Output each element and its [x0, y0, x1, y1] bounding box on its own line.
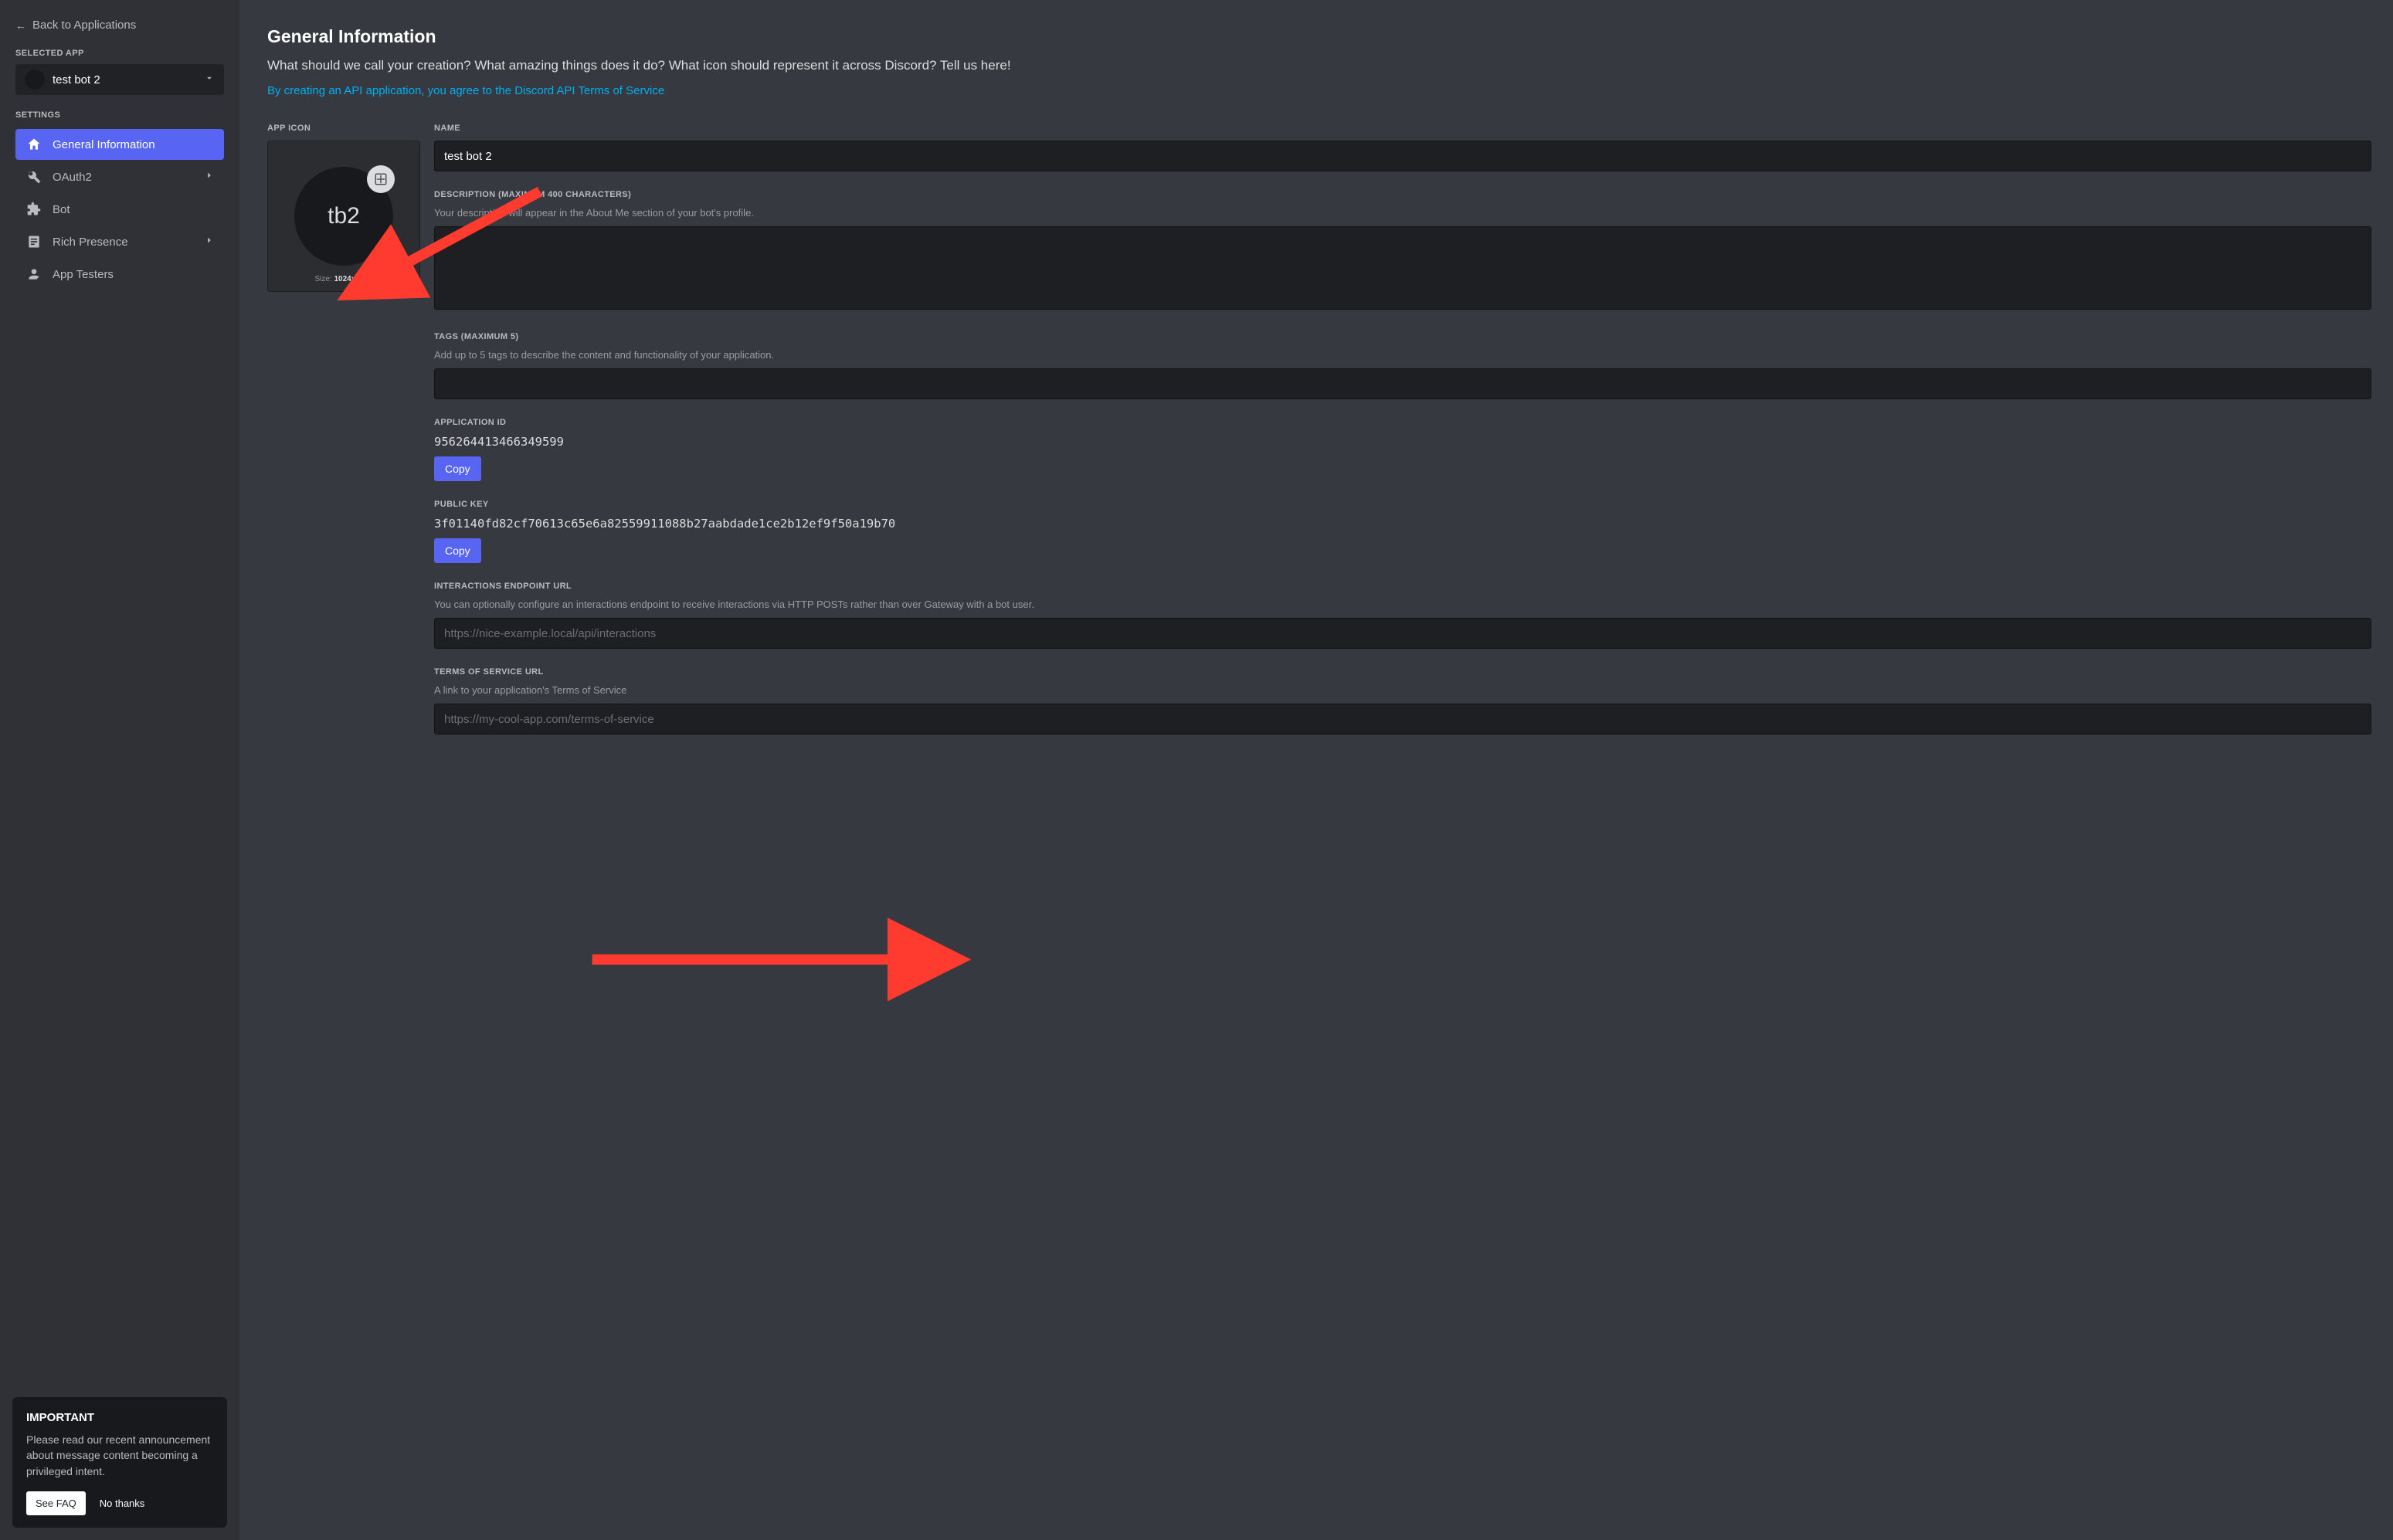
copy-public-key-button[interactable]: Copy [434, 538, 481, 563]
sidebar-item-label: Bot [53, 203, 70, 216]
main-content: General Information What should we call … [239, 0, 2393, 1540]
settings-nav: General Information OAuth2 Bot Rich Pres… [8, 124, 232, 294]
tos-url-label: TERMS OF SERVICE URL [434, 667, 2371, 677]
application-id-value: 956264413466349599 [434, 435, 2371, 449]
description-label: DESCRIPTION (MAXIMUM 400 CHARACTERS) [434, 190, 2371, 199]
sidebar-item-app-testers[interactable]: App Testers [15, 259, 224, 290]
sidebar-item-label: App Testers [53, 268, 114, 281]
puzzle-icon [26, 202, 42, 217]
sidebar-item-label: OAuth2 [53, 171, 92, 184]
sidebar: ← Back to Applications SELECTED APP test… [0, 0, 239, 1540]
important-actions: See FAQ No thanks [26, 1491, 213, 1515]
chevron-down-icon [204, 73, 215, 87]
tos-url-help: A link to your application's Terms of Se… [434, 684, 2371, 696]
sidebar-item-bot[interactable]: Bot [15, 194, 224, 225]
chevron-right-icon [204, 170, 215, 184]
sidebar-item-label: General Information [53, 138, 155, 151]
selected-app-heading: SELECTED APP [8, 42, 232, 63]
arrow-left-icon: ← [15, 19, 26, 32]
chevron-right-icon [204, 235, 215, 249]
tos-url-input[interactable] [434, 704, 2371, 734]
tags-label: TAGS (MAXIMUM 5) [434, 332, 2371, 341]
page-title: General Information [267, 26, 2371, 47]
back-label: Back to Applications [32, 19, 136, 32]
icon-and-name-row: APP ICON tb2 Size: 1024x1024 NAME DES [267, 124, 2371, 753]
see-faq-button[interactable]: See FAQ [26, 1491, 86, 1515]
sidebar-item-rich-presence[interactable]: Rich Presence [15, 226, 224, 257]
important-title: IMPORTANT [26, 1411, 213, 1424]
page-subtitle: What should we call your creation? What … [267, 58, 2371, 73]
wrench-icon [26, 169, 42, 185]
description-input[interactable] [434, 226, 2371, 310]
app-icon-initials: tb2 [328, 203, 360, 229]
sidebar-item-general-information[interactable]: General Information [15, 129, 224, 160]
size-prefix: Size: [314, 275, 334, 283]
interactions-endpoint-label: INTERACTIONS ENDPOINT URL [434, 582, 2371, 591]
size-value: 1024x1024 [334, 275, 372, 283]
upload-image-icon[interactable] [367, 165, 395, 193]
interactions-endpoint-help: You can optionally configure an interact… [434, 599, 2371, 610]
sidebar-item-oauth2[interactable]: OAuth2 [15, 161, 224, 192]
tags-help: Add up to 5 tags to describe the content… [434, 349, 2371, 361]
no-thanks-button[interactable]: No thanks [100, 1498, 145, 1509]
settings-heading: SETTINGS [8, 104, 232, 124]
important-announcement-box: IMPORTANT Please read our recent announc… [12, 1397, 227, 1528]
back-to-applications-link[interactable]: ← Back to Applications [8, 12, 232, 42]
interactions-endpoint-input[interactable] [434, 618, 2371, 649]
public-key-label: PUBLIC KEY [434, 500, 2371, 509]
application-id-label: APPLICATION ID [434, 418, 2371, 427]
selected-app-dropdown[interactable]: test bot 2 [15, 64, 224, 95]
home-icon [26, 137, 42, 152]
name-label: NAME [434, 124, 2371, 133]
app-icon-uploader[interactable]: tb2 Size: 1024x1024 [267, 141, 420, 292]
tos-agreement-link[interactable]: By creating an API application, you agre… [267, 84, 664, 97]
app-icon-preview: tb2 [294, 167, 393, 266]
app-avatar-icon [25, 70, 45, 90]
app-icon-label: APP ICON [267, 124, 420, 133]
copy-application-id-button[interactable]: Copy [434, 456, 481, 481]
app-icon-size-hint: Size: 1024x1024 [314, 275, 372, 283]
tags-input[interactable] [434, 368, 2371, 399]
document-icon [26, 234, 42, 249]
name-input[interactable] [434, 141, 2371, 171]
public-key-value: 3f01140fd82cf70613c65e6a82559911088b27aa… [434, 517, 2371, 531]
important-body: Please read our recent announcement abou… [26, 1432, 213, 1479]
selected-app-name: test bot 2 [53, 73, 204, 86]
sidebar-item-label: Rich Presence [53, 236, 128, 249]
person-icon [26, 266, 42, 282]
description-help: Your description will appear in the Abou… [434, 207, 2371, 219]
